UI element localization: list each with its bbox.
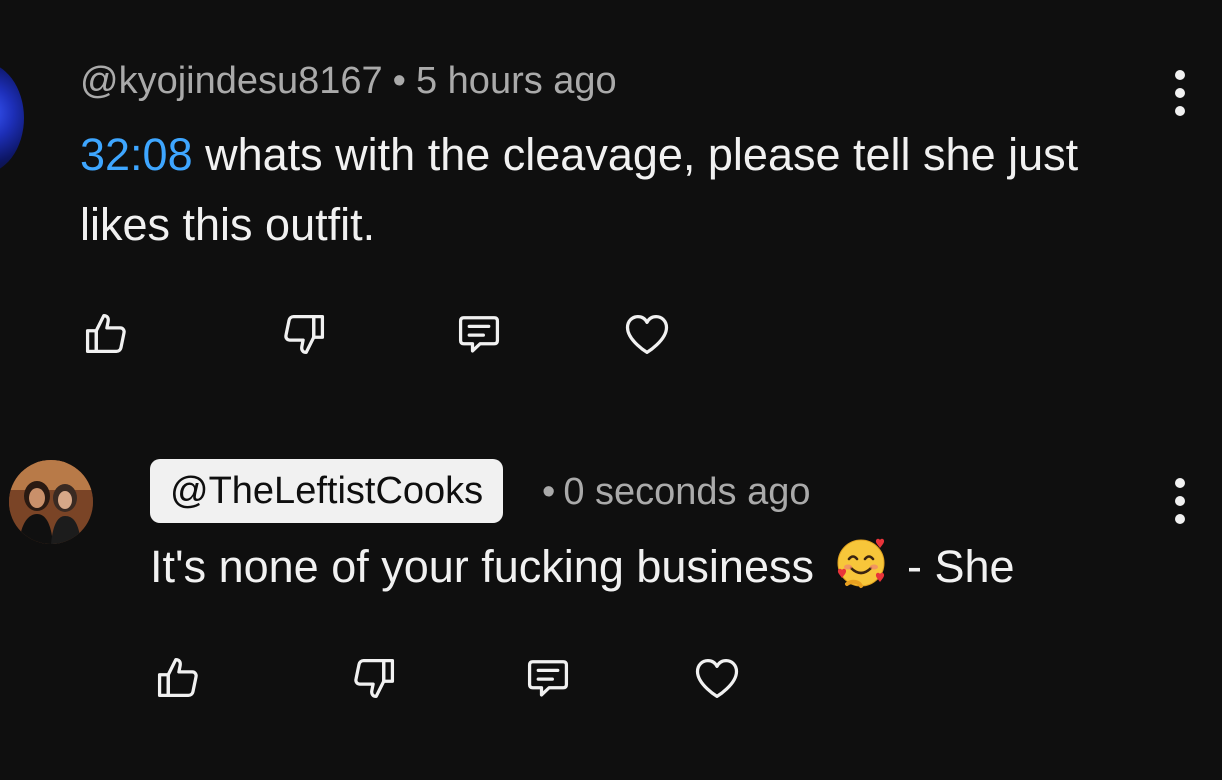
like-button[interactable] (78, 306, 134, 362)
comment-text: 32:08 whats with the cleavage, please te… (80, 120, 1180, 260)
timestamp-link[interactable]: 32:08 (80, 129, 193, 180)
more-options-kebab-icon[interactable] (1172, 478, 1188, 524)
more-options-kebab-icon[interactable] (1172, 70, 1188, 116)
thumbs-down-icon (284, 315, 325, 355)
heart-button[interactable] (619, 306, 675, 362)
smiling-face-with-hearts-icon (833, 534, 889, 610)
comment-time: 5 hours ago (415, 60, 617, 102)
thumbs-up-icon (157, 657, 198, 697)
comment-icon (458, 316, 500, 353)
reply-author-handle-chip[interactable]: @TheLeftistCooks (150, 459, 504, 523)
meta-separator: • (392, 60, 406, 102)
reply-button[interactable] (451, 306, 507, 362)
heart-button[interactable] (689, 650, 745, 706)
dislike-button[interactable] (346, 650, 402, 706)
avatar-photo (9, 460, 93, 544)
reply-body-end: - She (907, 541, 1015, 592)
comment-meta: @kyojindesu8167 • 5 hours ago (80, 56, 617, 106)
dislike-button[interactable] (276, 306, 332, 362)
reply-meta: • 0 seconds ago (542, 467, 811, 517)
heart-icon (625, 315, 669, 355)
comment-body: whats with the cleavage, please tell she… (80, 129, 1079, 250)
replier-avatar[interactable] (9, 460, 93, 544)
thumbs-down-icon (354, 659, 395, 699)
reply-time: 0 seconds ago (563, 471, 811, 513)
reply-button[interactable] (520, 650, 576, 706)
commenter-avatar[interactable] (0, 62, 24, 174)
like-button[interactable] (150, 650, 206, 706)
heart-icon (695, 659, 739, 699)
reply-body-start: It's none of your fucking business (150, 541, 814, 592)
thumbs-up-icon (85, 313, 126, 353)
meta-separator: • (542, 471, 556, 513)
reply-text: It's none of your fucking business - She (150, 532, 1015, 610)
comment-icon (527, 660, 569, 697)
comment-author-handle[interactable]: @kyojindesu8167 (80, 60, 383, 102)
